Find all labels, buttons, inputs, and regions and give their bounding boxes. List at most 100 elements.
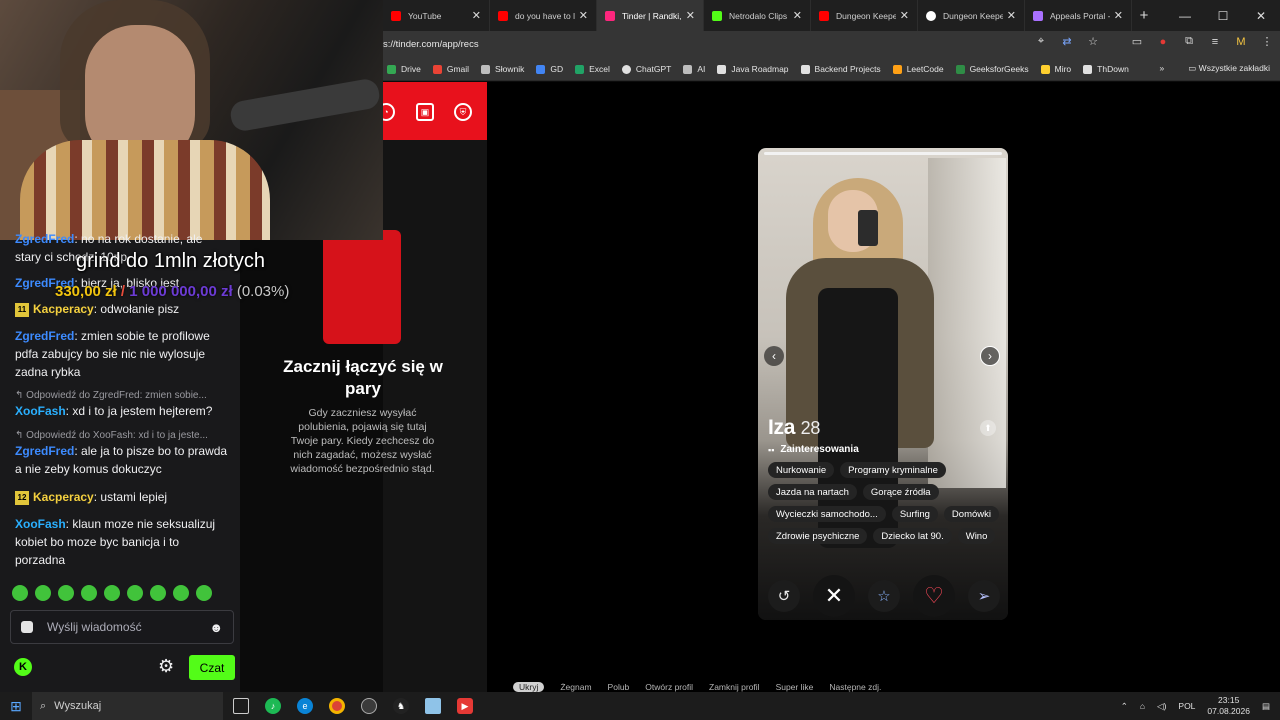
menu-icon[interactable]: ⋮ [1260, 35, 1274, 48]
close-window-icon[interactable]: ✕ [1242, 0, 1280, 31]
tray-overflow-icon[interactable]: ⌃ [1121, 701, 1128, 712]
chat-footer: K ⚙ Czat [0, 654, 240, 686]
emote-icon[interactable] [58, 585, 74, 601]
notes-icon[interactable] [425, 698, 441, 714]
info-icon[interactable]: ⬆ [980, 420, 996, 436]
stream-app-icon[interactable]: ▶ [457, 698, 473, 714]
profile-card[interactable]: ‹ › Iza 28 ⬆ ▪▪ Zainteresowania Nurkowani… [758, 148, 1008, 620]
extension-icon[interactable]: ▭ [1130, 35, 1144, 48]
nope-button[interactable]: ✕ [813, 575, 855, 617]
chat-input[interactable]: Wyślij wiadomość ☻ [10, 610, 234, 644]
clock[interactable]: 23:15 07.08.2026 [1207, 695, 1250, 717]
minimize-icon[interactable]: — [1166, 0, 1204, 31]
bookmark-item[interactable]: Słownik [481, 64, 524, 74]
sidebar-header: ◔ ▣ ⛨ [377, 82, 487, 140]
interest-chip: Programy kryminalne [840, 462, 946, 478]
window-controls: — ☐ ✕ [1166, 0, 1280, 31]
address-bar[interactable]: s://tinder.com/app/recs ⌖ ⇄ ☆ ▭ ● ⧉ ≡ M … [383, 31, 1280, 58]
taskbar-search[interactable]: ⌕ Wyszukaj [32, 692, 223, 720]
translate-icon[interactable]: ⇄ [1060, 35, 1074, 48]
hint-hide[interactable]: Ukryj [513, 682, 545, 692]
system-tray: ⌃ ⌂ ◁) POL 23:15 07.08.2026 ▤ [1121, 692, 1270, 720]
bookmark-item[interactable]: Drive [387, 64, 421, 74]
emoji-icon[interactable]: ☻ [209, 620, 223, 635]
bookmarks-right: » ▭ Wszystkie zakładki [1160, 63, 1270, 74]
close-tab-icon[interactable]: ✕ [472, 9, 481, 22]
chat-send-button[interactable]: Czat [189, 655, 235, 680]
emote-icon[interactable] [12, 585, 28, 601]
task-view-icon[interactable] [233, 698, 249, 714]
volume-icon[interactable]: ◁) [1157, 701, 1166, 712]
chat-placeholder: Wyślij wiadomość [47, 620, 142, 634]
interest-chip: Dziecko lat 90. [873, 528, 952, 544]
rewind-button[interactable]: ↺ [768, 580, 800, 612]
emote-icon[interactable] [127, 585, 143, 601]
puzzle-icon[interactable]: ⧉ [1182, 35, 1196, 48]
bookmark-item[interactable]: Backend Projects [800, 64, 881, 74]
bookmark-item[interactable]: Miro [1040, 64, 1071, 74]
bookmarks-more-button[interactable]: » [1160, 63, 1165, 74]
shield-icon[interactable]: ⛨ [454, 103, 472, 121]
super-like-button[interactable]: ☆ [868, 580, 900, 612]
windows-start-icon[interactable]: ⊞ [0, 692, 32, 720]
emote-icon[interactable] [81, 585, 97, 601]
bookmark-item[interactable]: LeetCode [892, 64, 944, 74]
emote-icon[interactable] [196, 585, 212, 601]
prev-photo-icon[interactable]: ‹ [764, 346, 784, 366]
gear-icon[interactable]: ⚙ [158, 656, 174, 677]
close-tab-icon[interactable]: ✕ [686, 9, 695, 22]
youtube-icon [819, 10, 829, 21]
record-icon[interactable]: ● [1156, 36, 1170, 48]
tab-dungeon-keeper[interactable]: Dungeon Keeper ✕ [811, 0, 918, 31]
close-tab-icon[interactable]: ✕ [900, 9, 909, 22]
tab-clips[interactable]: Netrodalo Clips ✕ [704, 0, 811, 31]
spotify-icon[interactable]: ♪ [265, 698, 281, 714]
tab-youtube[interactable]: YouTube ✕ [383, 0, 490, 31]
bookmark-item[interactable]: Excel [575, 64, 610, 74]
bookmark-item[interactable]: GD [536, 64, 563, 74]
maximize-icon[interactable]: ☐ [1204, 0, 1242, 31]
emote-icon[interactable] [150, 585, 166, 601]
tab-appeals[interactable]: Appeals Portal - ✕ [1025, 0, 1132, 31]
language-indicator[interactable]: POL [1178, 701, 1195, 711]
close-tab-icon[interactable]: ✕ [1114, 9, 1123, 22]
close-tab-icon[interactable]: ✕ [793, 9, 802, 22]
network-icon[interactable]: ⌂ [1140, 701, 1145, 711]
location-icon[interactable]: ⌖ [1034, 35, 1048, 48]
edge-icon[interactable]: e [297, 698, 313, 714]
obs-icon[interactable] [361, 698, 377, 714]
profile-name: Iza 28 [768, 416, 821, 439]
bookmark-star-icon[interactable]: ☆ [1086, 35, 1100, 48]
roadmap-icon [717, 64, 727, 74]
close-tab-icon[interactable]: ✕ [1007, 9, 1016, 22]
emote-icon[interactable] [35, 585, 51, 601]
new-tab-button[interactable]: + [1132, 7, 1156, 24]
twitch-icon [1033, 10, 1043, 21]
all-bookmarks-folder[interactable]: ▭ Wszystkie zakładki [1188, 63, 1270, 74]
like-button[interactable]: ♡ [913, 575, 955, 617]
emote-icon[interactable] [104, 585, 120, 601]
tab-video[interactable]: do you have to le ✕ [490, 0, 597, 31]
tab-dungeon-keeper-2[interactable]: Dungeon Keepe ✕ [918, 0, 1025, 31]
chrome-icon[interactable] [329, 698, 345, 714]
profile-avatar[interactable]: M [1234, 36, 1248, 48]
keyboard-hints: Ukryj Żegnam Polub Otwórz profil Zamknij… [513, 682, 881, 692]
close-tab-icon[interactable]: ✕ [579, 9, 588, 22]
bookmark-item[interactable]: ChatGPT [621, 64, 671, 74]
emote-icon[interactable] [173, 585, 189, 601]
bookmark-item[interactable]: Java Roadmap [717, 64, 789, 74]
kick-logo-icon[interactable]: K [14, 658, 32, 676]
hint-close-profile: Zamknij profil [709, 682, 760, 692]
notifications-icon[interactable]: ▤ [1262, 701, 1270, 712]
bookmark-item[interactable]: Gmail [432, 64, 469, 74]
boost-button[interactable]: ➢ [968, 580, 1000, 612]
bookmark-item[interactable]: GeeksforGeeks [955, 64, 1029, 74]
media-icon[interactable]: ≡ [1208, 36, 1222, 48]
bookmark-item[interactable]: AI [683, 64, 705, 74]
deer-app-icon[interactable]: ♞ [393, 698, 409, 714]
next-photo-icon[interactable]: › [980, 346, 1000, 366]
tab-tinder[interactable]: Tinder | Randki, p✕ [597, 0, 704, 31]
bookmark-item[interactable]: ThDown [1083, 64, 1129, 74]
briefcase-icon[interactable]: ▣ [416, 103, 434, 121]
url-text[interactable]: s://tinder.com/app/recs [383, 39, 479, 50]
